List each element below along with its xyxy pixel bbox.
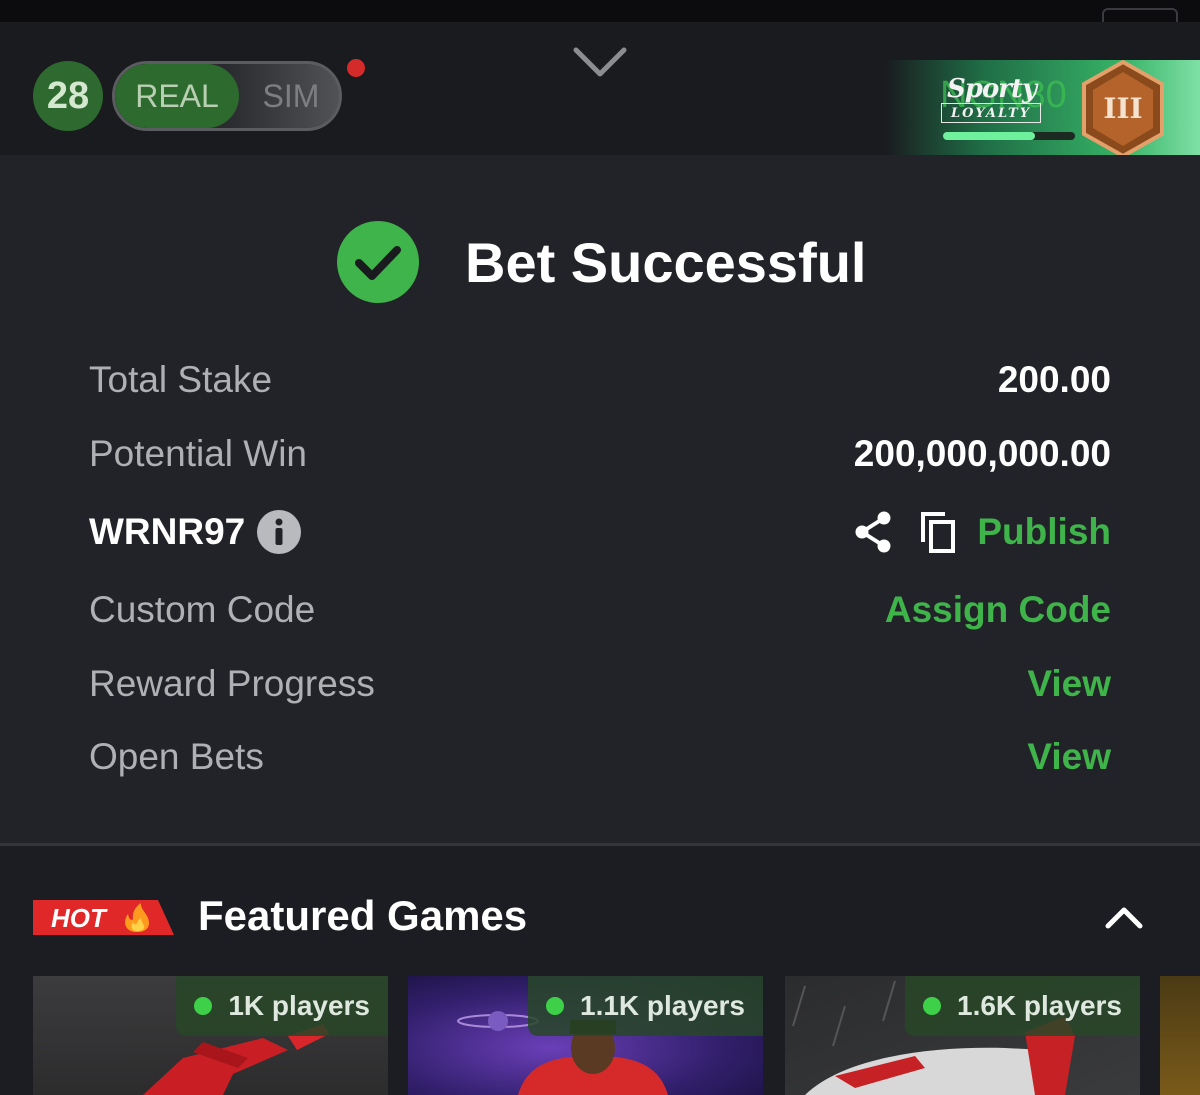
booking-code-row: WRNR97 Publish bbox=[89, 507, 1111, 557]
booking-code[interactable]: WRNR97 bbox=[89, 511, 245, 553]
players-count: 1.1K players bbox=[580, 990, 745, 1021]
success-title: Bet Successful bbox=[465, 230, 867, 294]
custom-code-label: Custom Code bbox=[89, 589, 316, 630]
assign-code-link[interactable]: Assign Code bbox=[885, 589, 1111, 631]
players-count-badge: 1.6K players bbox=[905, 976, 1140, 1036]
reward-progress-label: Reward Progress bbox=[89, 663, 375, 704]
sporty-logo-text: Sporty bbox=[947, 74, 1037, 104]
info-icon[interactable] bbox=[257, 510, 302, 554]
players-count: 1K players bbox=[228, 990, 370, 1021]
chevron-up-icon[interactable] bbox=[1104, 904, 1144, 930]
game-card[interactable]: 1.1K players bbox=[408, 976, 763, 1095]
booking-code-group: WRNR97 bbox=[89, 510, 302, 554]
publish-link[interactable]: Publish bbox=[977, 511, 1111, 553]
loyalty-progress-fill bbox=[943, 132, 1036, 140]
potential-win-label: Potential Win bbox=[89, 433, 307, 474]
loyalty-logo-text: LOYALTY bbox=[941, 103, 1041, 123]
share-icon[interactable] bbox=[853, 510, 893, 554]
potential-win-value: 200,000,000.00 bbox=[853, 433, 1111, 474]
featured-games-carousel[interactable]: 1K players 1.1K players 1.6K players bbox=[0, 976, 1200, 1095]
mode-sim-option[interactable]: SIM bbox=[241, 64, 339, 128]
reward-progress-view-link[interactable]: View bbox=[1027, 663, 1111, 705]
copy-icon[interactable] bbox=[919, 510, 957, 554]
custom-code-row: Custom Code Assign Code bbox=[89, 585, 1111, 635]
total-stake-row: Total Stake 200.00 bbox=[89, 355, 1111, 405]
mode-real-option[interactable]: REAL bbox=[115, 64, 239, 128]
online-dot-icon bbox=[923, 997, 941, 1015]
featured-games-header: HOT Featured Games bbox=[0, 846, 1200, 976]
hot-label: HOT bbox=[51, 903, 108, 933]
loyalty-progress-bar bbox=[943, 132, 1075, 140]
open-bets-view-link[interactable]: View bbox=[1027, 736, 1111, 778]
chevron-down-icon[interactable] bbox=[572, 44, 628, 84]
status-strip bbox=[0, 0, 1200, 48]
bet-success-panel: Bet Successful Total Stake 200.00 Potent… bbox=[0, 155, 1200, 844]
success-header: Bet Successful bbox=[337, 221, 867, 303]
potential-win-row: Potential Win 200,000,000.00 bbox=[89, 429, 1111, 479]
open-bets-row: Open Bets View bbox=[89, 732, 1111, 782]
tier-label: III bbox=[1103, 92, 1142, 125]
players-count: 1.6K players bbox=[957, 990, 1122, 1021]
players-count-badge: 1.1K players bbox=[528, 976, 763, 1036]
total-stake-value: 200.00 bbox=[997, 359, 1111, 400]
reward-progress-row: Reward Progress View bbox=[89, 659, 1111, 709]
real-sim-toggle[interactable]: REAL SIM bbox=[112, 61, 342, 131]
game-card-partial[interactable] bbox=[1160, 976, 1200, 1095]
check-circle-icon bbox=[337, 221, 419, 303]
game-card[interactable]: 1.6K players bbox=[785, 976, 1140, 1095]
tier-badge-icon: III bbox=[1082, 60, 1164, 158]
players-count-badge: 1K players bbox=[176, 976, 388, 1036]
level-badge[interactable]: 28 bbox=[33, 61, 103, 131]
open-bets-label: Open Bets bbox=[89, 736, 264, 777]
online-dot-icon bbox=[546, 997, 564, 1015]
header-bar: 28 REAL SIM NGN80 Sporty LOYALTY III bbox=[0, 22, 1200, 158]
total-stake-label: Total Stake bbox=[89, 359, 273, 400]
loyalty-banner[interactable]: NGN80 Sporty LOYALTY III bbox=[885, 60, 1200, 158]
hot-fire-badge: HOT bbox=[33, 900, 174, 935]
game-card[interactable]: 1K players bbox=[33, 976, 388, 1095]
featured-games-title: Featured Games bbox=[198, 892, 528, 939]
booking-actions: Publish bbox=[853, 510, 1111, 554]
online-dot-icon bbox=[194, 997, 213, 1015]
notification-dot bbox=[347, 59, 365, 77]
